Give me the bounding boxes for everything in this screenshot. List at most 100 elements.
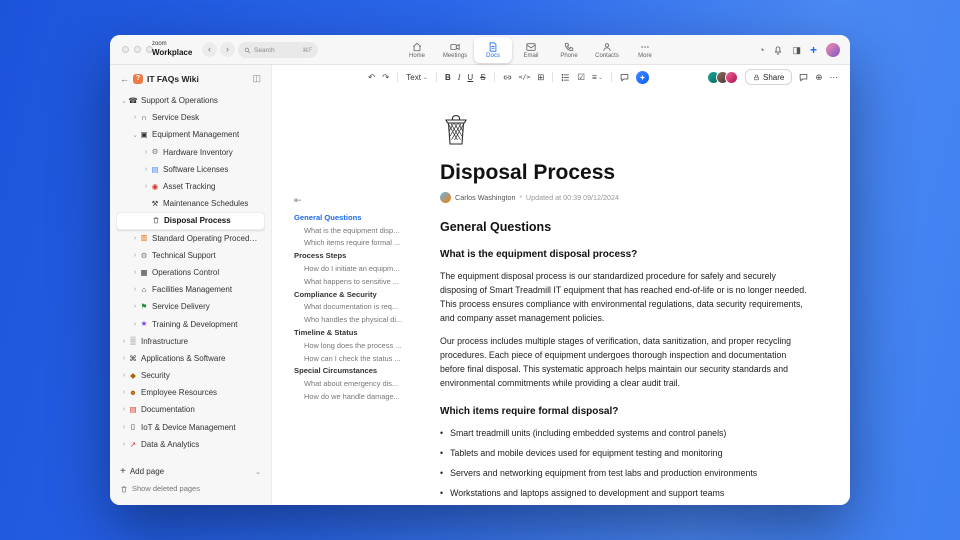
redo-button[interactable]: ↷ <box>382 73 389 82</box>
chevron-right-icon[interactable]: › <box>131 269 139 276</box>
outline-item[interactable]: What happens to sensitive ... <box>294 275 424 288</box>
chevron-right-icon[interactable]: › <box>142 149 150 156</box>
user-avatar[interactable] <box>826 43 840 57</box>
tab-home[interactable]: Home <box>398 37 436 63</box>
chevron-down-icon[interactable]: ⌄ <box>120 97 128 105</box>
new-item-plus-button[interactable]: + <box>810 44 817 56</box>
tab-phone[interactable]: Phone <box>550 37 588 63</box>
chevron-right-icon[interactable]: › <box>131 114 139 121</box>
minimize-button[interactable] <box>134 46 141 53</box>
chevron-right-icon[interactable]: › <box>131 303 139 310</box>
outline-item[interactable]: Which items require formal ... <box>294 237 424 250</box>
sidebar-item-hardware-inventory[interactable]: › ⚙ Hardware Inventory <box>116 144 265 161</box>
insert-table-button[interactable]: ⊞ <box>537 73 544 82</box>
tab-email[interactable]: Email <box>512 37 550 63</box>
chevron-down-icon[interactable]: ⌄ <box>255 468 261 476</box>
sidebar-item-standard-operating-procedures[interactable]: › ▥ Standard Operating Procedures <box>116 230 265 247</box>
chevron-right-icon[interactable]: › <box>131 321 139 328</box>
comment-button[interactable] <box>620 73 629 82</box>
history-forward-button[interactable]: › <box>220 42 235 57</box>
sidebar-item-equipment-management[interactable]: ⌄ ▣ Equipment Management <box>116 126 265 143</box>
collapse-outline-icon[interactable]: ⇤ <box>294 195 424 206</box>
globe-icon[interactable]: ⊕ <box>815 73 822 82</box>
show-deleted-pages-button[interactable]: Show deleted pages <box>116 480 265 497</box>
chevron-right-icon[interactable]: › <box>120 338 128 345</box>
outline-item[interactable]: How do we handle damage... <box>294 390 424 403</box>
sidebar-item-service-delivery[interactable]: › ⚑ Service Delivery <box>116 298 265 315</box>
sidebar-item-data-analytics[interactable]: › ↗ Data & Analytics <box>116 436 265 453</box>
more-options-button[interactable]: ⋯ <box>830 73 839 82</box>
sidebar-item-operations-control[interactable]: › ▦ Operations Control <box>116 264 265 281</box>
tab-more[interactable]: More <box>626 37 664 63</box>
history-icon[interactable]: ◔ <box>759 45 764 55</box>
chevron-right-icon[interactable]: › <box>120 424 128 431</box>
link-button[interactable] <box>503 73 512 82</box>
sidebar-item-asset-tracking[interactable]: › ◉ Asset Tracking <box>116 178 265 195</box>
sidebar-item-employee-resources[interactable]: › ☻ Employee Resources <box>116 384 265 401</box>
sidebar-item-technical-support[interactable]: › ⚙ Technical Support <box>116 247 265 264</box>
sidebar-item-documentation[interactable]: › ▤ Documentation <box>116 401 265 418</box>
strikethrough-button[interactable]: S <box>480 73 485 82</box>
outline-section[interactable]: General Questions <box>294 211 424 224</box>
checklist-button[interactable]: ☑ <box>577 73 585 82</box>
tab-docs[interactable]: Docs <box>474 37 512 63</box>
sidebar-item-training-development[interactable]: › ★ Training & Development <box>116 315 265 332</box>
sidebar-item-security[interactable]: › ◆ Security <box>116 367 265 384</box>
outline-section[interactable]: Compliance & Security <box>294 288 424 301</box>
outline-item[interactable]: How long does the process ... <box>294 339 424 352</box>
sidebar-item-infrastructure[interactable]: › ▒ Infrastructure <box>116 333 265 350</box>
sidebar-item-facilities-management[interactable]: › ⌂ Facilities Management <box>116 281 265 298</box>
history-back-button[interactable]: ‹ <box>202 42 217 57</box>
sidebar-item-maintenance-schedules[interactable]: ⚒ Maintenance Schedules <box>116 195 265 212</box>
notifications-bell-icon[interactable] <box>773 45 783 55</box>
global-search-input[interactable]: Search ⌘F <box>238 42 318 58</box>
share-button[interactable]: Share <box>745 69 793 85</box>
chevron-right-icon[interactable]: › <box>142 183 150 190</box>
collaborator-avatar[interactable] <box>725 70 739 84</box>
underline-button[interactable]: U <box>467 73 473 82</box>
add-page-button[interactable]: + Add page ⌄ <box>116 463 265 480</box>
chevron-right-icon[interactable]: › <box>120 355 128 362</box>
italic-button[interactable]: I <box>458 73 461 82</box>
outline-item[interactable]: What is the equipment disp... <box>294 224 424 237</box>
undo-button[interactable]: ↶ <box>368 73 375 82</box>
alignment-dropdown[interactable]: ≡ ⌄ <box>592 73 603 82</box>
collaborator-avatars[interactable] <box>707 70 739 84</box>
sidebar-item-applications-software[interactable]: › ⌘ Applications & Software <box>116 350 265 367</box>
chevron-right-icon[interactable]: › <box>120 372 128 379</box>
chevron-right-icon[interactable]: › <box>120 441 128 448</box>
sidebar-item-software-licenses[interactable]: › ▤ Software Licenses <box>116 161 265 178</box>
close-button[interactable] <box>122 46 129 53</box>
chevron-right-icon[interactable]: › <box>120 389 128 396</box>
chat-bubble-icon[interactable] <box>799 73 808 82</box>
sidebar-item-iot-device-management[interactable]: › ▯ IoT & Device Management <box>116 419 265 436</box>
outline-section[interactable]: Process Steps <box>294 249 424 262</box>
tab-contacts[interactable]: Contacts <box>588 37 626 63</box>
outline-item[interactable]: Who handles the physical di... <box>294 313 424 326</box>
ai-companion-button[interactable] <box>636 70 650 84</box>
chevron-right-icon[interactable]: › <box>142 166 150 173</box>
code-button[interactable]: </> <box>519 73 531 81</box>
outline-item[interactable]: What documentation is req... <box>294 301 424 314</box>
back-arrow-icon[interactable]: ← <box>120 74 129 84</box>
sidebar-item-disposal-process[interactable]: Disposal Process <box>116 212 265 230</box>
panel-toggle-icon[interactable]: ◨ <box>792 45 801 55</box>
document-canvas[interactable]: Disposal Process Carlos Washington • Upd… <box>424 89 850 505</box>
outline-section[interactable]: Timeline & Status <box>294 326 424 339</box>
outline-item[interactable]: How do I initiate an equipm... <box>294 262 424 275</box>
collapse-sidebar-icon[interactable]: ◫ <box>252 73 261 84</box>
chevron-down-icon[interactable]: ⌄ <box>131 131 139 139</box>
chevron-right-icon[interactable]: › <box>131 286 139 293</box>
bullet-list-button[interactable] <box>561 73 570 82</box>
tab-meetings[interactable]: Meetings <box>436 37 474 63</box>
outline-item[interactable]: What about emergency dis... <box>294 377 424 390</box>
outline-item[interactable]: How can I check the status ... <box>294 352 424 365</box>
sidebar-item-service-desk[interactable]: › ∩ Service Desk <box>116 109 265 126</box>
chevron-right-icon[interactable]: › <box>131 252 139 259</box>
text-style-dropdown[interactable]: Text ⌄ <box>406 73 428 82</box>
chevron-right-icon[interactable]: › <box>120 406 128 413</box>
sidebar-item-support-operations[interactable]: ⌄ ☎ Support & Operations <box>116 92 265 109</box>
chevron-right-icon[interactable]: › <box>131 235 139 242</box>
outline-section[interactable]: Special Circumstances <box>294 365 424 378</box>
bold-button[interactable]: B <box>445 73 451 82</box>
